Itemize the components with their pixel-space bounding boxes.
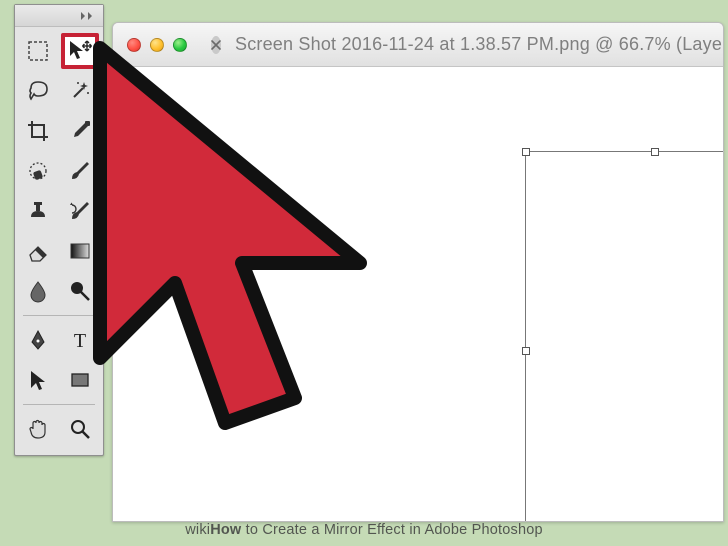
close-document-button[interactable] [211,36,221,54]
zoom-tool-icon[interactable] [61,411,99,447]
history-brush-tool-icon[interactable] [61,193,99,229]
transform-bounding-box[interactable] [525,151,724,522]
marquee-tool-icon[interactable] [19,33,57,69]
watermark-text: to Create a Mirror Effect in Adobe Photo… [241,522,542,538]
magic-wand-tool-icon[interactable] [61,73,99,109]
transform-handle-middle-left[interactable] [522,347,530,355]
minimize-window-button[interactable] [150,38,164,52]
move-tool-icon[interactable] [61,33,99,69]
dodge-tool-icon[interactable] [61,273,99,309]
transform-handle-top-center[interactable] [651,148,659,156]
crop-tool-icon[interactable] [19,113,57,149]
pen-tool-icon[interactable] [19,322,57,358]
close-window-button[interactable] [127,38,141,52]
rectangle-tool-icon[interactable] [61,362,99,398]
transform-handle-top-left[interactable] [522,148,530,156]
eraser-tool-icon[interactable] [19,233,57,269]
healing-brush-tool-icon[interactable] [19,153,57,189]
watermark-brand-b: How [210,522,241,538]
document-title: Screen Shot 2016-11-24 at 1.38.57 PM.png… [235,34,724,55]
collapse-icon [79,11,97,21]
tools-panel: T [14,4,104,456]
watermark-brand-a: wiki [185,522,210,538]
lasso-tool-icon[interactable] [19,73,57,109]
tool-separator [23,315,95,316]
titlebar: Screen Shot 2016-11-24 at 1.38.57 PM.png… [113,23,723,67]
canvas[interactable] [113,67,723,521]
eyedropper-tool-icon[interactable] [61,113,99,149]
clone-stamp-tool-icon[interactable] [19,193,57,229]
blur-tool-icon[interactable] [19,273,57,309]
path-selection-tool-icon[interactable] [19,362,57,398]
type-tool-icon[interactable]: T [61,322,99,358]
zoom-window-button[interactable] [173,38,187,52]
brush-tool-icon[interactable] [61,153,99,189]
document-window: Screen Shot 2016-11-24 at 1.38.57 PM.png… [112,22,724,522]
watermark: wikiHow to Create a Mirror Effect in Ado… [0,522,728,538]
tools-panel-header[interactable] [15,5,103,27]
tool-separator [23,404,95,405]
hand-tool-icon[interactable] [19,411,57,447]
svg-text:T: T [74,330,86,352]
gradient-tool-icon[interactable] [61,233,99,269]
window-controls [127,38,187,52]
